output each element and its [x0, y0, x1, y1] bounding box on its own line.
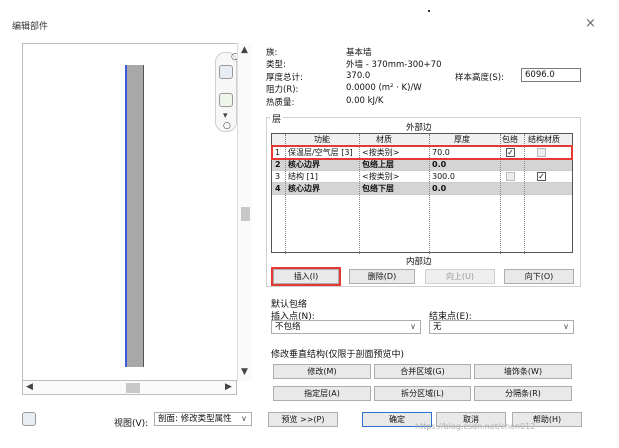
- decorative-dot: [428, 10, 430, 12]
- steering-wheel-icon[interactable]: [22, 412, 36, 426]
- type-label: 类型:: [266, 60, 286, 70]
- move-up-button[interactable]: 向上(U): [425, 269, 495, 284]
- zoom-icon[interactable]: [219, 93, 233, 107]
- interior-side-label: 内部边: [406, 257, 432, 267]
- insert-point-select[interactable]: 不包络 ∨: [271, 320, 421, 334]
- table-row[interactable]: 2 核心边界 包络上层 0.0: [272, 159, 572, 171]
- table-row[interactable]: 4 核心边界 包络下层 0.0: [272, 183, 572, 195]
- navbar-dropdown-icon[interactable]: ▾: [223, 111, 228, 121]
- view-select[interactable]: 剖面: 修改类型属性 ∨: [154, 412, 252, 426]
- thermal-mass-label: 热质量:: [266, 98, 295, 108]
- structural-checkbox[interactable]: ✓: [537, 172, 546, 181]
- chevron-down-icon: ∨: [241, 414, 247, 423]
- thermal-mass-value: 0.00 kJ/K: [346, 96, 384, 106]
- table-row[interactable]: 3 结构 [1] <按类别> 300.0 ✓: [272, 171, 572, 183]
- insert-button-highlight: [271, 267, 341, 286]
- wall-section-preview: [126, 65, 144, 367]
- move-down-button[interactable]: 向下(O): [504, 269, 574, 284]
- resistance-value: 0.0000 (m² · K)/W: [346, 83, 422, 93]
- chevron-down-icon: ∨: [563, 322, 569, 331]
- scroll-up-icon[interactable]: ▲: [241, 45, 248, 55]
- navbar-option-icon[interactable]: ○: [223, 121, 231, 131]
- scroll-right-icon[interactable]: ▶: [225, 382, 232, 392]
- reveals-button[interactable]: 分隔条(R): [474, 386, 572, 401]
- wrap-checkbox[interactable]: [506, 172, 515, 181]
- end-point-select[interactable]: 无 ∨: [429, 320, 574, 334]
- wall-exterior-line: [125, 65, 127, 367]
- vertical-scroll-thumb[interactable]: [241, 207, 250, 221]
- watermark: https://blog.csdn.net/chen012: [415, 422, 536, 431]
- dialog-title: 编辑部件: [12, 22, 49, 32]
- chevron-down-icon: ∨: [410, 322, 416, 331]
- preview-button[interactable]: 预览 >>(P): [268, 412, 338, 427]
- delete-button[interactable]: 删除(D): [349, 269, 415, 284]
- family-label: 族:: [266, 48, 278, 58]
- assign-layers-button[interactable]: 指定层(A): [273, 386, 371, 401]
- horizontal-scroll-thumb[interactable]: [126, 383, 140, 393]
- steering-wheel-icon[interactable]: [219, 65, 233, 79]
- merge-regions-button[interactable]: 合并区域(G): [374, 364, 471, 379]
- family-value: 基本墙: [346, 48, 372, 58]
- layers-group-label: 层: [270, 112, 284, 125]
- exterior-side-label: 外部边: [406, 123, 432, 133]
- close-icon[interactable]: ×: [585, 16, 596, 31]
- sweeps-button[interactable]: 墙饰条(W): [474, 364, 572, 379]
- split-region-button[interactable]: 拆分区域(L): [374, 386, 471, 401]
- thickness-value: 370.0: [346, 71, 371, 81]
- resistance-label: 阻力(R):: [266, 85, 299, 95]
- thickness-label: 厚度总计:: [266, 73, 303, 83]
- view-label: 视图(V):: [114, 419, 149, 429]
- navigation-bar[interactable]: ○ ▾ ○: [215, 52, 239, 132]
- scroll-down-icon[interactable]: ▼: [241, 367, 248, 377]
- sample-height-input[interactable]: 6096.0: [521, 68, 581, 82]
- sample-height-label: 样本高度(S):: [455, 73, 504, 83]
- type-value: 外墙 - 370mm-300+70: [346, 60, 442, 70]
- modify-button[interactable]: 修改(M): [273, 364, 371, 379]
- scroll-left-icon[interactable]: ◀: [26, 382, 33, 392]
- vertical-group-label: 修改垂直结构(仅限于剖面预览中): [271, 350, 405, 360]
- row-1-highlight: [271, 145, 573, 160]
